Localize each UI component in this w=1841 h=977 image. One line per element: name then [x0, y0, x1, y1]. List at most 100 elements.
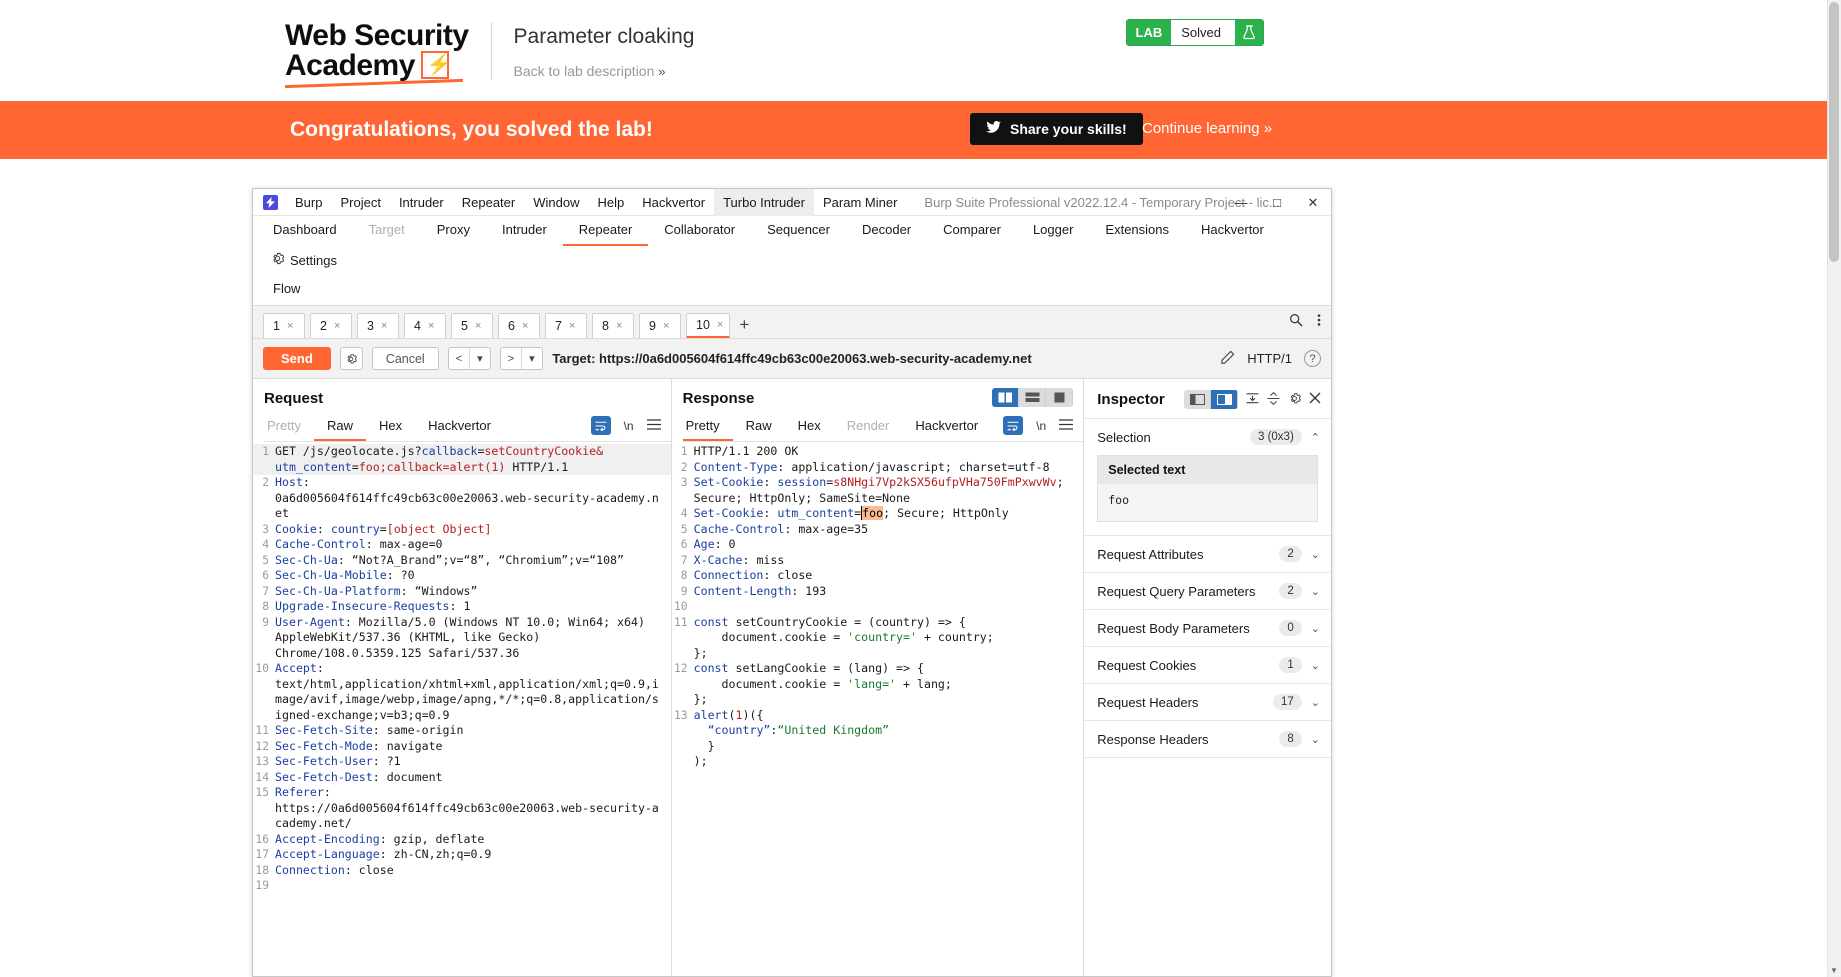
- repeater-tab-2[interactable]: 2 ×: [310, 312, 352, 338]
- minimize-button[interactable]: —: [1223, 189, 1259, 216]
- chevron-down-icon[interactable]: ⌄: [1311, 622, 1320, 635]
- response-tab-hex[interactable]: Hex: [785, 416, 834, 441]
- chevron-down-icon[interactable]: ⌄: [1311, 696, 1320, 709]
- close-icon[interactable]: ×: [569, 320, 575, 332]
- gear-icon[interactable]: [1288, 392, 1301, 408]
- tab-intruder[interactable]: Intruder: [486, 216, 563, 246]
- repeater-tab-1[interactable]: 1 ×: [263, 312, 305, 338]
- menu-help[interactable]: Help: [588, 189, 633, 216]
- request-editor[interactable]: 1 GET /js/geolocate.js?callback=setCountr…: [253, 442, 671, 976]
- history-back-button[interactable]: <: [449, 353, 469, 365]
- history-back-dropdown[interactable]: ▾: [470, 352, 490, 365]
- back-to-lab-description-link[interactable]: Back to lab description »: [514, 63, 695, 79]
- close-icon[interactable]: [1309, 392, 1321, 407]
- newline-icon[interactable]: \n: [624, 419, 634, 433]
- inspector-section-request-body-parameters[interactable]: Request Body Parameters 0 ⌄: [1084, 609, 1331, 646]
- send-button[interactable]: Send: [263, 347, 331, 370]
- split-horizontal-icon[interactable]: [1019, 388, 1047, 407]
- request-tab-hackvertor[interactable]: Hackvertor: [415, 416, 504, 441]
- response-tab-render[interactable]: Render: [834, 416, 903, 441]
- question-mark-icon[interactable]: ?: [1304, 350, 1321, 367]
- response-tab-raw[interactable]: Raw: [733, 416, 785, 441]
- menu-repeater[interactable]: Repeater: [453, 189, 524, 216]
- chevron-down-icon[interactable]: ⌄: [1311, 548, 1320, 561]
- pencil-icon[interactable]: [1220, 350, 1235, 368]
- http-version-label[interactable]: HTTP/1: [1247, 351, 1292, 366]
- inspector-section-response-headers[interactable]: Response Headers 8 ⌄: [1084, 720, 1331, 757]
- tab-settings[interactable]: Settings: [257, 246, 351, 275]
- share-your-skills-button[interactable]: Share your skills!: [970, 113, 1143, 145]
- repeater-tab-8[interactable]: 8 ×: [592, 312, 634, 338]
- tab-extensions[interactable]: Extensions: [1089, 216, 1185, 246]
- collapse-all-icon[interactable]: [1246, 392, 1259, 408]
- repeater-tab-10[interactable]: 10 ×: [686, 312, 731, 338]
- tab-flow[interactable]: Flow: [257, 275, 316, 305]
- close-icon[interactable]: ×: [381, 320, 387, 332]
- close-icon[interactable]: ×: [663, 320, 669, 332]
- inspector-section-request-attributes[interactable]: Request Attributes 2 ⌄: [1084, 535, 1331, 572]
- chevron-down-icon[interactable]: ⌄: [1311, 659, 1320, 672]
- close-icon[interactable]: ×: [287, 320, 293, 332]
- tab-hackvertor[interactable]: Hackvertor: [1185, 216, 1280, 246]
- tab-target[interactable]: Target: [353, 216, 421, 246]
- menu-window[interactable]: Window: [524, 189, 588, 216]
- close-icon[interactable]: ×: [717, 319, 723, 331]
- response-editor[interactable]: 1 HTTP/1.1 200 OK 2 Content-Type: applicati…: [672, 442, 1084, 976]
- split-vertical-icon[interactable]: [992, 388, 1020, 407]
- inspector-section-selection[interactable]: Selection 3 (0x3) ⌃: [1084, 418, 1331, 455]
- chevron-up-icon[interactable]: ⌃: [1311, 431, 1320, 444]
- tab-sequencer[interactable]: Sequencer: [751, 216, 846, 246]
- maximize-button[interactable]: □: [1259, 189, 1295, 216]
- repeater-tab-5[interactable]: 5 ×: [451, 312, 493, 338]
- inspector-section-request-cookies[interactable]: Request Cookies 1 ⌄: [1084, 646, 1331, 683]
- detached-view-icon[interactable]: [1211, 390, 1238, 409]
- tab-proxy[interactable]: Proxy: [421, 216, 486, 246]
- continue-learning-link[interactable]: Continue learning »: [1142, 120, 1272, 137]
- history-forward-dropdown[interactable]: ▾: [522, 352, 542, 365]
- tab-dashboard[interactable]: Dashboard: [257, 216, 353, 246]
- tab-decoder[interactable]: Decoder: [846, 216, 927, 246]
- repeater-tab-9[interactable]: 9 ×: [639, 312, 681, 338]
- menu-intruder[interactable]: Intruder: [390, 189, 453, 216]
- close-icon[interactable]: ×: [522, 320, 528, 332]
- tab-collaborator[interactable]: Collaborator: [648, 216, 751, 246]
- close-icon[interactable]: ×: [616, 320, 622, 332]
- menu-burp[interactable]: Burp: [286, 189, 331, 216]
- hamburger-icon[interactable]: [646, 418, 661, 433]
- gear-icon[interactable]: [339, 347, 363, 370]
- repeater-tab-3[interactable]: 3 ×: [357, 312, 399, 338]
- menu-project[interactable]: Project: [331, 189, 389, 216]
- chevron-down-icon[interactable]: ⌄: [1311, 733, 1320, 746]
- history-forward-button[interactable]: >: [501, 353, 521, 365]
- request-tab-hex[interactable]: Hex: [366, 416, 415, 441]
- word-wrap-icon[interactable]: [590, 416, 611, 435]
- close-icon[interactable]: ×: [475, 320, 481, 332]
- repeater-tab-7[interactable]: 7 ×: [545, 312, 587, 338]
- tab-logger[interactable]: Logger: [1017, 216, 1089, 246]
- menu-hackvertor[interactable]: Hackvertor: [633, 189, 714, 216]
- inspector-section-request-headers[interactable]: Request Headers 17 ⌄: [1084, 683, 1331, 720]
- repeater-tab-6[interactable]: 6 ×: [498, 312, 540, 338]
- menu-param-miner[interactable]: Param Miner: [814, 189, 906, 216]
- close-icon[interactable]: ×: [428, 320, 434, 332]
- request-tab-pretty[interactable]: Pretty: [264, 416, 314, 441]
- add-tab-button[interactable]: +: [739, 316, 749, 334]
- page-scrollbar[interactable]: ▲ ▼: [1827, 0, 1841, 977]
- single-pane-icon[interactable]: [1046, 388, 1074, 407]
- repeater-tab-4[interactable]: 4 ×: [404, 312, 446, 338]
- word-wrap-icon[interactable]: [1003, 416, 1024, 435]
- site-logo[interactable]: Web Security Academy: [285, 20, 469, 88]
- menu-turbo-intruder[interactable]: Turbo Intruder: [714, 188, 814, 216]
- close-icon[interactable]: ×: [334, 320, 340, 332]
- tab-repeater[interactable]: Repeater: [562, 216, 649, 246]
- response-tab-hackvertor[interactable]: Hackvertor: [902, 416, 991, 441]
- split-view-icon[interactable]: [1184, 390, 1211, 409]
- expand-all-icon[interactable]: [1267, 391, 1280, 408]
- inspector-section-request-query-parameters[interactable]: Request Query Parameters 2 ⌄: [1084, 572, 1331, 609]
- scrollbar-thumb[interactable]: [1829, 2, 1839, 262]
- scroll-down-arrow[interactable]: ▼: [1828, 965, 1840, 977]
- cancel-button[interactable]: Cancel: [371, 347, 439, 370]
- request-tab-raw[interactable]: Raw: [313, 416, 366, 441]
- vertical-dots-icon[interactable]: [1317, 313, 1321, 330]
- hamburger-icon[interactable]: [1059, 418, 1074, 433]
